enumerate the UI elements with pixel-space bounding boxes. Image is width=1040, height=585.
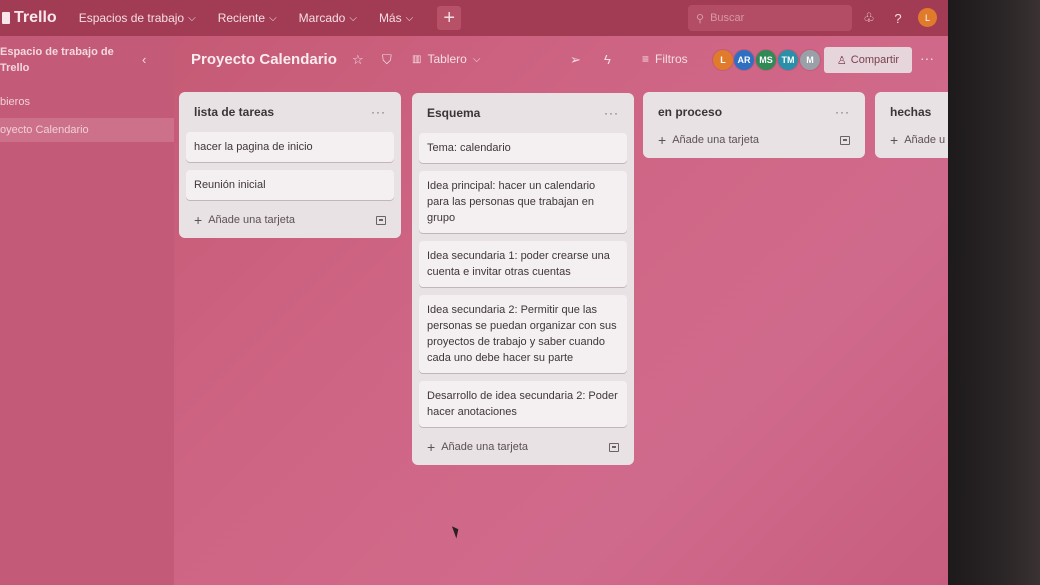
- menu-recent[interactable]: Reciente ⌵: [218, 11, 277, 25]
- list-title[interactable]: lista de tareas: [194, 105, 274, 119]
- menu-more[interactable]: Más ⌵: [379, 11, 413, 25]
- plus-icon: +: [427, 439, 436, 455]
- user-avatar[interactable]: L: [918, 8, 937, 27]
- template-icon[interactable]: [376, 215, 386, 225]
- card[interactable]: Reunión inicial: [186, 170, 394, 200]
- user-icon: ♙: [836, 54, 847, 67]
- add-card-label: Añade una tarjeta: [441, 441, 529, 453]
- list-menu-icon[interactable]: ···: [604, 106, 619, 120]
- list-menu-icon[interactable]: ···: [371, 105, 386, 119]
- notifications-icon[interactable]: ♧: [860, 9, 878, 27]
- create-button[interactable]: +: [437, 6, 462, 30]
- list-title[interactable]: en proceso: [658, 105, 722, 119]
- template-icon[interactable]: [609, 442, 619, 452]
- monitor-bezel: [948, 0, 1040, 585]
- list-title[interactable]: Esquema: [427, 106, 480, 120]
- card[interactable]: Idea secundaria 1: poder crearse una cue…: [419, 241, 627, 287]
- help-icon[interactable]: ?: [889, 9, 907, 27]
- search-placeholder: Buscar: [710, 12, 745, 24]
- board-view-icon: ▥: [412, 53, 422, 65]
- add-card-button[interactable]: + Añade una tarjeta: [650, 130, 858, 150]
- chevron-down-icon: ⌵: [188, 12, 196, 24]
- add-card-button[interactable]: + Añade u: [882, 130, 945, 150]
- app-name: Trello: [14, 9, 57, 26]
- member-avatar[interactable]: L: [712, 49, 734, 71]
- filter-icon: ≡: [642, 52, 650, 66]
- automation-icon[interactable]: ϟ: [604, 52, 611, 67]
- chevron-down-icon: ⌵: [472, 53, 481, 65]
- search-icon: ⚲: [696, 12, 705, 25]
- menu-recent-label: Reciente: [217, 11, 266, 25]
- card[interactable]: hacer la pagina de inicio: [186, 132, 394, 162]
- plus-icon: +: [890, 132, 899, 148]
- member-avatar[interactable]: TM: [777, 49, 799, 71]
- add-card-label: Añade una tarjeta: [208, 214, 296, 226]
- plus-icon: +: [658, 132, 667, 148]
- add-card-label: Añade u: [904, 134, 946, 146]
- workspace-title[interactable]: Espacio de trabajo de Trello: [0, 44, 130, 76]
- power-ups-icon[interactable]: ➢: [570, 52, 581, 68]
- chevron-down-icon: ⌵: [349, 12, 357, 24]
- visibility-icon[interactable]: ⛉: [382, 52, 392, 68]
- menu-starred[interactable]: Marcado ⌵: [299, 11, 357, 25]
- list-outline: Esquema ··· Tema: calendario Idea princi…: [412, 93, 634, 465]
- plus-icon: +: [443, 6, 456, 29]
- star-icon[interactable]: ☆: [352, 52, 364, 68]
- card[interactable]: Idea secundaria 2: Permitir que las pers…: [419, 295, 627, 373]
- share-button[interactable]: ♙ Compartir: [824, 47, 912, 73]
- template-icon[interactable]: [840, 135, 850, 145]
- list-header: hechas: [882, 100, 941, 124]
- sidebar-members-label[interactable]: bieros: [0, 96, 30, 108]
- filters-button[interactable]: ≡ Filtros: [642, 52, 688, 66]
- add-card-label: Añade una tarjeta: [672, 134, 760, 146]
- list-todo: lista de tareas ··· hacer la pagina de i…: [179, 92, 401, 238]
- card[interactable]: Tema: calendario: [419, 133, 627, 163]
- share-label: Compartir: [850, 54, 900, 66]
- list-header: Esquema ···: [419, 101, 627, 125]
- member-avatar[interactable]: M: [799, 49, 821, 71]
- mouse-cursor-icon: [451, 524, 462, 539]
- collapse-sidebar-icon[interactable]: ‹: [142, 52, 146, 67]
- list-menu-icon[interactable]: ···: [835, 105, 850, 119]
- list-done: hechas + Añade u: [875, 92, 948, 158]
- view-switcher[interactable]: ▥ Tablero ⌵: [412, 52, 480, 66]
- view-label: Tablero: [427, 52, 467, 66]
- list-title[interactable]: hechas: [890, 105, 931, 119]
- trello-icon: [2, 12, 10, 24]
- more-icon[interactable]: ···: [920, 50, 934, 66]
- sidebar-item-board[interactable]: oyecto Calendario: [0, 118, 174, 142]
- sidebar: Espacio de trabajo de Trello ‹ bieros oy…: [0, 36, 174, 585]
- sidebar-item-label: oyecto Calendario: [0, 124, 89, 136]
- chevron-down-icon: ⌵: [269, 12, 277, 24]
- board-title[interactable]: Proyecto Calendario: [191, 51, 337, 68]
- card[interactable]: Idea principal: hacer un calendario para…: [419, 171, 627, 233]
- add-card-button[interactable]: + Añade una tarjeta: [419, 437, 627, 457]
- filters-label: Filtros: [655, 52, 688, 66]
- trello-logo[interactable]: Trello: [2, 9, 57, 27]
- list-header: en proceso ···: [650, 100, 858, 124]
- menu-workspaces[interactable]: Espacios de trabajo ⌵: [79, 11, 196, 25]
- member-avatar[interactable]: MS: [755, 49, 777, 71]
- menu-starred-label: Marcado: [298, 11, 346, 25]
- search-input[interactable]: ⚲ Buscar: [688, 5, 852, 31]
- menu-more-label: Más: [378, 11, 402, 25]
- add-card-button[interactable]: + Añade una tarjeta: [186, 210, 394, 230]
- card[interactable]: Desarrollo de idea secundaria 2: Poder h…: [419, 381, 627, 427]
- list-in-progress: en proceso ··· + Añade una tarjeta: [643, 92, 865, 158]
- chevron-down-icon: ⌵: [405, 12, 414, 24]
- plus-icon: +: [194, 212, 203, 228]
- list-header: lista de tareas ···: [186, 100, 394, 124]
- member-avatar[interactable]: AR: [733, 49, 755, 71]
- menu-workspaces-label: Espacios de trabajo: [78, 11, 185, 25]
